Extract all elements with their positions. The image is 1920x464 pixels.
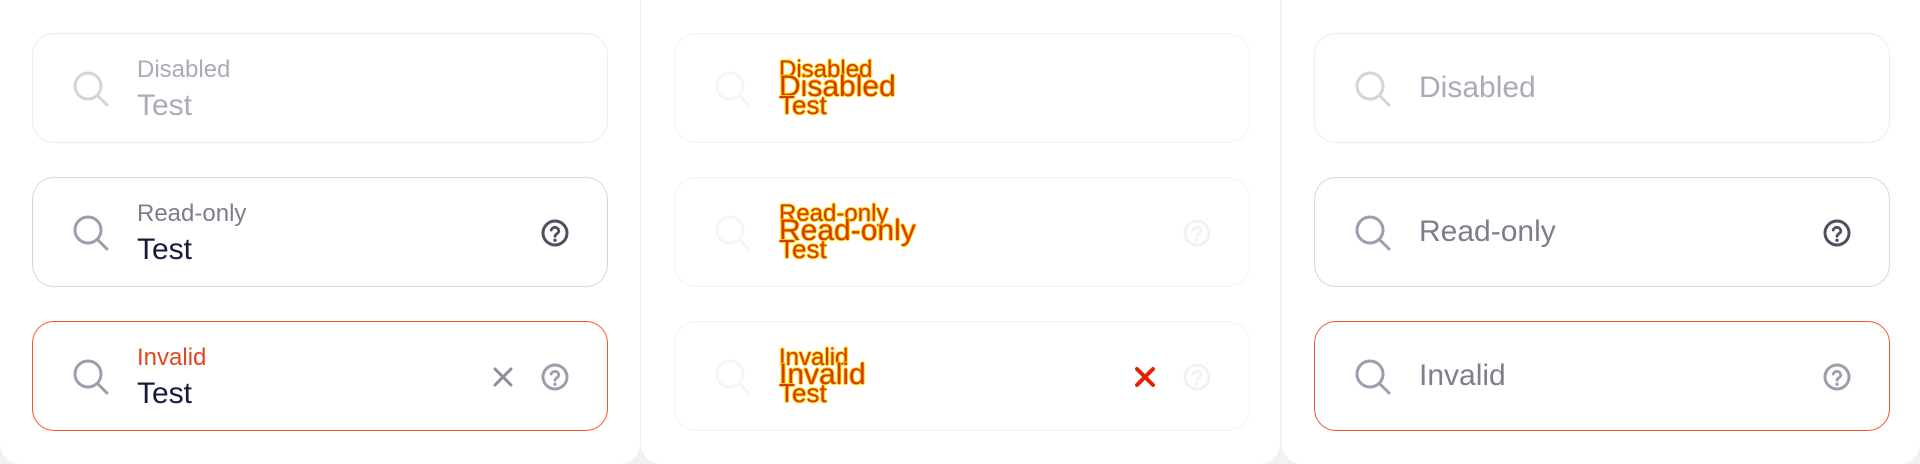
- help-circle-icon[interactable]: [1181, 361, 1213, 393]
- help-circle-icon[interactable]: [1821, 361, 1853, 393]
- help-circle-icon[interactable]: [539, 361, 571, 393]
- field-label: Disabled: [137, 56, 231, 83]
- field-value: Test: [137, 89, 193, 122]
- search-icon: [1351, 211, 1395, 255]
- field-placeholder[interactable]: Invalid: [1419, 359, 1506, 393]
- field-placeholder[interactable]: Read-only: [1419, 215, 1556, 249]
- search-icon: [69, 67, 113, 111]
- field-value[interactable]: Test: [137, 233, 192, 267]
- close-icon[interactable]: [489, 363, 517, 391]
- field-placeholder: Disabled: [1419, 71, 1536, 104]
- search-field-read-only-glitched[interactable]: Read-only Read-only Test: [674, 177, 1250, 287]
- field-value[interactable]: Test: [137, 377, 192, 411]
- search-field-disabled-placeholder: Disabled: [1314, 33, 1890, 143]
- help-circle-icon[interactable]: [1821, 217, 1853, 249]
- search-field-read-only-placeholder[interactable]: Read-only: [1314, 177, 1890, 287]
- search-icon: [711, 211, 755, 255]
- search-icon: [1351, 67, 1395, 111]
- search-field-read-only[interactable]: Read-only Test: [32, 177, 608, 287]
- field-label: Read-only: [137, 200, 247, 227]
- search-field-invalid[interactable]: Invalid Test: [32, 321, 608, 431]
- search-icon: [711, 67, 755, 111]
- help-circle-icon[interactable]: [539, 217, 571, 249]
- field-value[interactable]: Test: [779, 234, 827, 265]
- search-icon: [1351, 355, 1395, 399]
- search-field-invalid-placeholder[interactable]: Invalid: [1314, 321, 1890, 431]
- close-icon[interactable]: [1131, 363, 1159, 391]
- field-value[interactable]: Test: [779, 378, 827, 409]
- field-label: Invalid: [137, 344, 207, 371]
- search-field-invalid-glitched[interactable]: Invalid Invalid Test: [674, 321, 1250, 431]
- field-value: Test: [779, 90, 827, 120]
- search-field-disabled-glitched: Disabled Disabled Test: [674, 33, 1250, 143]
- search-icon: [69, 211, 113, 255]
- search-icon: [69, 355, 113, 399]
- search-field-disabled: Disabled Test: [32, 33, 608, 143]
- help-circle-icon[interactable]: [1181, 217, 1213, 249]
- search-icon: [711, 355, 755, 399]
